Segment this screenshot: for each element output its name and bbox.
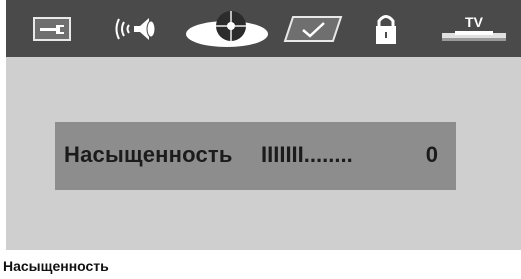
lock-icon xyxy=(376,15,396,44)
tab-preferences[interactable] xyxy=(283,8,343,50)
menu-panel: TV Насыщенность IIIIIII........ 0 xyxy=(6,0,521,250)
saturation-label: Насыщенность xyxy=(64,142,233,167)
speaker-icon xyxy=(115,18,156,40)
checkmark-icon xyxy=(283,16,343,42)
menu-toolbar: TV xyxy=(6,0,521,57)
tv-label: TV xyxy=(465,14,484,30)
tab-tv-setup[interactable]: TV xyxy=(441,8,507,50)
tab-settings[interactable] xyxy=(32,8,72,50)
saturation-level-indicator: IIIIIII........ xyxy=(261,142,353,167)
disc-icon xyxy=(186,11,268,47)
wrench-icon xyxy=(33,17,71,41)
tab-disc[interactable] xyxy=(184,8,270,50)
tv-icon: TV xyxy=(442,14,506,41)
saturation-setting[interactable]: Насыщенность IIIIIII........ 0 xyxy=(55,122,456,190)
figure-caption: Насыщенность xyxy=(3,258,109,274)
tab-parental-lock[interactable] xyxy=(371,8,401,50)
tab-audio[interactable] xyxy=(113,8,159,50)
saturation-value: 0 xyxy=(425,142,438,167)
